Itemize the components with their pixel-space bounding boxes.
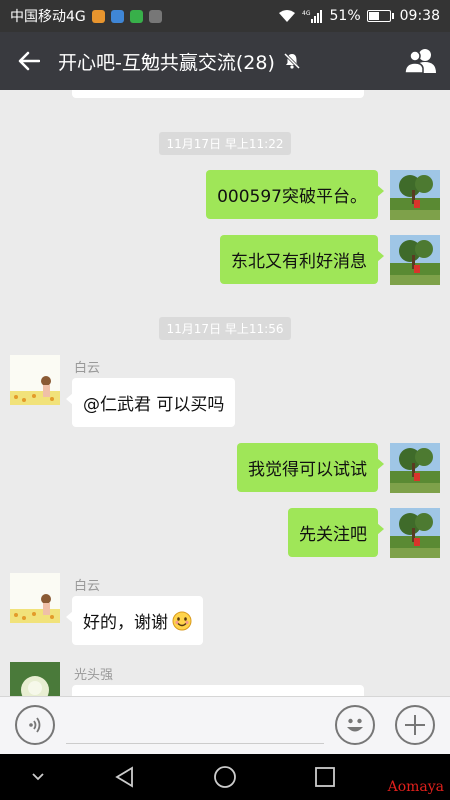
my-avatar[interactable] — [390, 170, 440, 220]
group-members-icon — [404, 49, 436, 74]
sender-name: 白云 — [74, 579, 101, 594]
sender-avatar[interactable] — [10, 355, 60, 405]
more-button[interactable] — [395, 705, 435, 745]
group-members-button[interactable] — [392, 32, 450, 90]
clock: 09:38 — [399, 8, 440, 24]
sender-name: 光头强 — [74, 668, 114, 683]
previous-message-bubble — [72, 90, 364, 98]
home-circle-icon[interactable] — [213, 765, 237, 789]
message-text: 好的，谢谢 — [83, 613, 168, 633]
my-avatar[interactable] — [390, 508, 440, 558]
battery-icon — [366, 10, 394, 22]
timestamp: 11月17日 早上11:56 — [0, 317, 450, 340]
watermark: Aomaya — [387, 779, 444, 795]
back-button[interactable] — [0, 32, 58, 90]
system-nav-bar: Aomaya — [0, 754, 450, 800]
voice-icon — [29, 717, 41, 733]
notification-app-icon — [148, 9, 162, 23]
voice-button[interactable] — [15, 705, 55, 745]
input-bar — [0, 696, 450, 754]
sender-name: 白云 — [74, 361, 101, 376]
chevron-down-icon[interactable] — [30, 769, 46, 785]
timestamp: 11月17日 早上11:22 — [0, 132, 450, 155]
battery-percent: 51% — [329, 8, 361, 24]
sender-avatar[interactable] — [10, 573, 60, 623]
notification-app-icon — [129, 9, 143, 23]
recents-square-icon[interactable] — [313, 765, 337, 789]
outgoing-message-bubble[interactable]: 000597突破平台。 — [206, 170, 384, 219]
emoji-button[interactable] — [335, 705, 375, 745]
message-text: 我觉得可以试试 — [248, 460, 367, 480]
incoming-message-bubble[interactable]: 好的，谢谢 — [66, 596, 203, 645]
chat-title: 开心吧-互勉共赢交流(28) — [58, 51, 275, 74]
carrier-label: 中国移动4G — [10, 9, 86, 25]
smiley-emoji-icon — [172, 611, 192, 630]
notification-app-icon — [110, 9, 124, 23]
arrow-left-icon — [18, 51, 40, 71]
message-text: 东北又有利好消息 — [231, 252, 367, 272]
message-text: 先关注吧 — [299, 525, 367, 545]
outgoing-message-bubble[interactable]: 先关注吧 — [288, 508, 384, 557]
wifi-icon — [278, 10, 295, 22]
back-triangle-icon[interactable] — [113, 765, 137, 789]
outgoing-message-bubble[interactable]: 东北又有利好消息 — [220, 235, 384, 284]
my-avatar[interactable] — [390, 443, 440, 493]
message-input[interactable] — [66, 743, 324, 744]
incoming-message-bubble[interactable]: @仁武君 可以买吗 — [65, 378, 236, 427]
incoming-message-bubble[interactable] — [72, 685, 364, 696]
outgoing-message-bubble[interactable]: 我觉得可以试试 — [237, 443, 384, 492]
emoji-icon — [347, 718, 363, 732]
plus-icon — [405, 715, 425, 735]
bell-muted-icon — [283, 52, 300, 70]
message-list[interactable]: 11月17日 早上11:22 000597突破平台。 东北又有利好消息 11月1… — [0, 90, 450, 696]
signal-icon: 4G — [302, 10, 322, 23]
status-bar: 中国移动4G 4G 51% 09:38 — [0, 0, 450, 32]
chat-header: 开心吧-互勉共赢交流(28) — [0, 32, 450, 90]
sender-avatar[interactable] — [10, 662, 60, 696]
svg-text:4G: 4G — [302, 10, 311, 17]
notification-app-icon — [91, 9, 105, 23]
message-text: @仁武君 可以买吗 — [83, 395, 225, 415]
my-avatar[interactable] — [390, 235, 440, 285]
message-text: 000597突破平台。 — [217, 187, 367, 207]
